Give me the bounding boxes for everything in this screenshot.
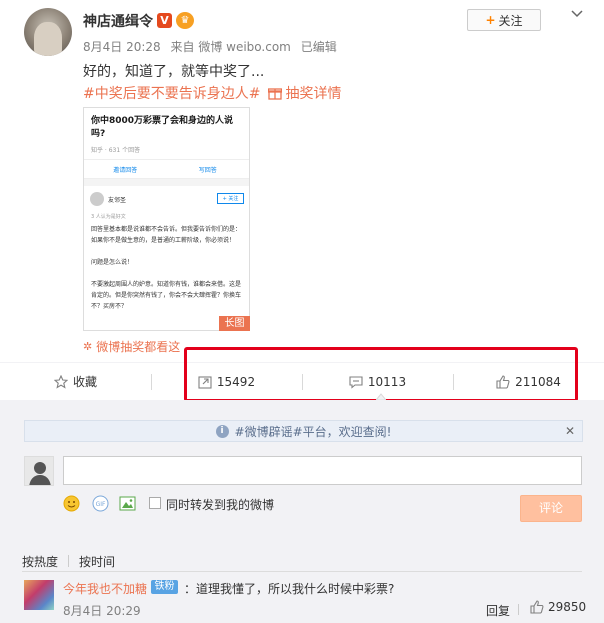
chevron-down-icon[interactable] <box>570 8 584 20</box>
weibo-post-card: 神店通缉令 V ♛ + 关注 8月4日 20:28 来自 微博 weibo.co… <box>0 0 604 362</box>
emoji-icon[interactable] <box>63 495 80 512</box>
shot-tab-invite: 邀请回答 <box>113 166 138 174</box>
star-icon <box>53 374 68 389</box>
image-icon[interactable] <box>119 495 136 512</box>
avatar-figure <box>34 22 62 56</box>
shot-follow: + 关注 <box>217 193 244 204</box>
flower-icon: ✲ <box>83 340 93 353</box>
author-name[interactable]: 神店通缉令 <box>83 11 153 31</box>
my-avatar <box>24 456 54 486</box>
shot-likes: 3 人认为是好文 <box>91 214 126 220</box>
forward-checkbox[interactable] <box>149 497 161 509</box>
verified-badge: V <box>157 13 172 28</box>
comment-count: 10113 <box>367 374 407 389</box>
sort-by-hot[interactable]: 按热度 <box>22 553 58 570</box>
post-text: 好的，知道了，就等中奖了... <box>83 64 265 80</box>
lottery-detail-link[interactable]: 抽奖详情 <box>285 83 341 103</box>
topic-link[interactable]: #中奖后要不要告诉身边人# <box>83 83 260 103</box>
lottery-link[interactable]: ✲ 微博抽奖都看这 <box>83 338 180 355</box>
sort-divider <box>68 555 69 567</box>
shot-para: 回答里基本都是说谁都不会告诉。但我要告诉你们的是：如果你不是做生意的，是普通的工… <box>91 226 242 244</box>
plus-icon: + <box>485 13 496 27</box>
favorite-label: 收藏 <box>72 375 97 389</box>
comment-caret-icon <box>376 393 386 400</box>
long-image-thumbnail[interactable]: 你中8000万彩票了会和身边的人说吗? 知乎 · 631 个回答 邀请回答 写回… <box>83 107 250 331</box>
sort-underline <box>22 571 582 572</box>
gift-icon <box>268 88 283 100</box>
comment-user[interactable]: 今年我也不加糖 <box>63 580 147 597</box>
shot-tabs: 邀请回答 写回答 <box>84 159 249 179</box>
lottery-link-label: 微博抽奖都看这 <box>96 340 181 354</box>
comment-submit-button[interactable]: 评论 <box>520 495 582 522</box>
info-icon: i <box>215 424 229 438</box>
comment-input[interactable] <box>63 456 582 485</box>
forward-checkbox-label[interactable]: 同时转发到我的微博 <box>166 496 274 513</box>
comment-time: 8月4日 20:29 <box>63 604 141 618</box>
shot-tab-write: 写回答 <box>198 166 217 174</box>
shot-divider <box>84 179 249 186</box>
shot-title: 你中8000万彩票了会和身边的人说吗? <box>91 116 234 139</box>
sort-by-time[interactable]: 按时间 <box>79 553 115 570</box>
notice-text: #微博辟谣#平台，欢迎查阅! <box>234 424 392 439</box>
reply-button[interactable]: 回复 <box>486 602 510 619</box>
shot-body: 回答里基本都是说谁都不会告诉。但我要告诉你们的是：如果你不是做生意的，是普通的工… <box>91 224 243 323</box>
shot-para: 问题是怎么说！ <box>91 259 134 266</box>
post-edited[interactable]: 已编辑 <box>301 40 337 54</box>
comment-like-count: 29850 <box>548 600 587 614</box>
thumbs-up-icon <box>496 374 510 389</box>
comment-like-button[interactable]: 29850 <box>530 600 586 614</box>
share-icon <box>198 375 212 389</box>
follow-label: 关注 <box>498 13 523 28</box>
comment-icon <box>349 375 363 389</box>
comment-avatar[interactable] <box>24 580 54 610</box>
follow-button[interactable]: + 关注 <box>467 9 541 31</box>
rumor-notice[interactable]: i #微博辟谣#平台，欢迎查阅! <box>24 420 583 442</box>
post-source[interactable]: 来自 微博 weibo.com <box>171 40 291 54</box>
like-button[interactable]: 211084 <box>453 363 604 400</box>
close-icon[interactable]: ✕ <box>565 424 575 438</box>
post-meta: 8月4日 20:28 来自 微博 weibo.com 已编辑 <box>83 38 343 55</box>
long-image-badge: 长图 <box>219 316 250 331</box>
shot-para: 不要激起周围人的妒意。知道你有钱，谁都会来借。这是肯定的。但是你突然有钱了，你会… <box>91 281 242 310</box>
topic-line: #中奖后要不要告诉身边人# 抽奖详情 <box>83 83 341 103</box>
fan-badge: 铁粉 <box>151 580 178 594</box>
author-avatar[interactable] <box>24 8 72 56</box>
favorite-button[interactable]: 收藏 <box>0 363 151 400</box>
crown-icon: ♛ <box>176 12 194 29</box>
forward-button[interactable]: 15492 <box>151 363 302 400</box>
shot-subtitle: 知乎 · 631 个回答 <box>91 147 141 154</box>
shot-user: 友邻圣 <box>108 197 127 204</box>
gif-icon[interactable]: GIF <box>92 495 109 512</box>
comment-action-divider <box>518 604 519 615</box>
comment-text: ：道理我懂了，所以我什么时候中彩票? <box>184 582 395 596</box>
post-date[interactable]: 8月4日 20:28 <box>83 40 161 54</box>
thumbs-up-icon <box>530 600 544 614</box>
like-count: 211084 <box>515 374 561 389</box>
shot-avatar <box>90 192 104 206</box>
svg-text:GIF: GIF <box>96 501 106 508</box>
action-bar: 收藏 15492 10113 211084 <box>0 362 604 400</box>
forward-count: 15492 <box>216 374 256 389</box>
user-silhouette-icon <box>29 462 51 485</box>
